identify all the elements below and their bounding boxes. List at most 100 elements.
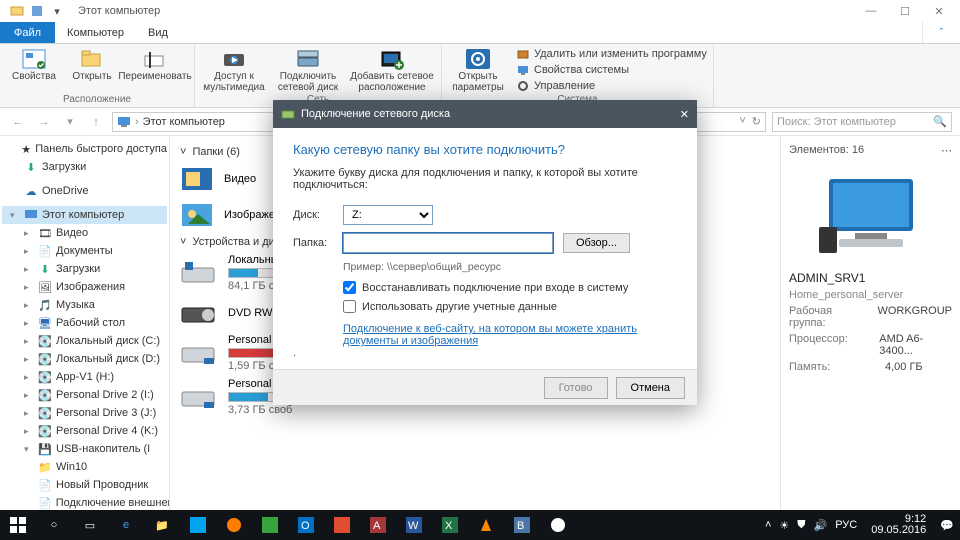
taskbar-explorer[interactable]: 📁 [144, 510, 180, 540]
tray-up-icon[interactable]: ˄ [765, 519, 771, 531]
svg-text:X: X [445, 520, 453, 532]
file-icon: 📄 [38, 478, 52, 492]
tree-local-c[interactable]: ▸💽Локальный диск (С:) [2, 332, 167, 350]
dialog-icon [281, 107, 295, 121]
tree-pd3[interactable]: ▸💽Personal Drive 3 (J:) [2, 404, 167, 422]
tree-downloads2[interactable]: ▸⬇Загрузки [2, 260, 167, 278]
network-drive-icon: 💽 [38, 388, 52, 402]
taskview-icon[interactable]: ▭ [72, 510, 108, 540]
taskbar-word[interactable]: W [396, 510, 432, 540]
tree-pd2[interactable]: ▸💽Personal Drive 2 (I:) [2, 386, 167, 404]
taskbar-clock[interactable]: 9:12 09.05.2016 [865, 514, 932, 536]
properties-button[interactable]: Свойства [6, 47, 62, 82]
usb-icon: 💾 [38, 442, 52, 456]
taskbar-outlook[interactable]: O [288, 510, 324, 540]
cloud-icon: ☁ [24, 184, 38, 198]
start-button[interactable] [0, 510, 36, 540]
taskbar-app[interactable] [180, 510, 216, 540]
search-input[interactable]: Поиск: Этот компьютер 🔍 [772, 112, 952, 132]
tree-onedrive[interactable]: ☁OneDrive [2, 182, 167, 200]
drive-select[interactable]: Z: [343, 205, 433, 225]
open-button[interactable]: Открыть [70, 47, 114, 82]
download-icon: ⬇ [38, 262, 52, 276]
tree-local-d[interactable]: ▸💽Локальный диск (D:) [2, 350, 167, 368]
svg-text:O: O [301, 520, 310, 532]
tray-icon[interactable]: ⛊ [797, 519, 805, 532]
minimize-button[interactable]: — [854, 0, 888, 22]
cancel-button[interactable]: Отмена [616, 377, 685, 399]
tree-music[interactable]: ▸🎵Музыка [2, 296, 167, 314]
tree-videos[interactable]: ▸🎞Видео [2, 224, 167, 242]
rename-button[interactable]: Переименовать [122, 47, 188, 82]
dialog-close-button[interactable]: ✕ [680, 108, 689, 121]
tree-appv[interactable]: ▸💽App-V1 (H:) [2, 368, 167, 386]
tray-lang[interactable]: РУС [835, 519, 857, 531]
taskbar-vk[interactable]: B [504, 510, 540, 540]
folder-input[interactable] [343, 233, 553, 253]
taskbar-excel[interactable]: X [432, 510, 468, 540]
notifications-icon[interactable]: 💬 [940, 519, 954, 532]
taskbar-app[interactable] [216, 510, 252, 540]
tree-win10[interactable]: 📁Win10 [2, 458, 167, 476]
download-icon: ⬇ [24, 160, 38, 174]
tree-new-explorer[interactable]: 📄Новый Проводник [2, 476, 167, 494]
maximize-button[interactable]: ☐ [888, 0, 922, 22]
network-drive-icon: 💽 [38, 406, 52, 420]
system-tray[interactable]: ˄ ☀ ⛊ 🔊 РУС 9:12 09.05.2016 💬 [759, 514, 960, 536]
taskbar-access[interactable]: A [360, 510, 396, 540]
refresh-icon[interactable]: ↻ [752, 115, 761, 128]
ribbon-collapse-icon[interactable]: ˆ [922, 22, 960, 43]
reconnect-checkbox[interactable]: Восстанавливать подключение при входе в … [343, 281, 677, 294]
manage-button[interactable]: Управление [516, 79, 707, 93]
finish-button[interactable]: Готово [544, 377, 608, 399]
view-tab[interactable]: Вид [136, 22, 180, 43]
forward-button[interactable]: → [34, 112, 54, 132]
tree-desktop[interactable]: ▸🖥Рабочий стол [2, 314, 167, 332]
tree-pd4[interactable]: ▸💽Personal Drive 4 (K:) [2, 422, 167, 440]
taskbar-edge[interactable]: e [108, 510, 144, 540]
window-controls: — ☐ ✕ [854, 0, 956, 22]
dialog-title: Подключение сетевого диска [301, 108, 450, 120]
video-folder-icon [180, 164, 216, 194]
search-taskbar-icon[interactable]: ○ [36, 510, 72, 540]
hdd-icon [180, 258, 218, 288]
tray-icon[interactable]: ☀ [779, 519, 789, 532]
computer-tab[interactable]: Компьютер [55, 22, 136, 43]
taskbar-app[interactable] [324, 510, 360, 540]
taskbar-vlc[interactable] [468, 510, 504, 540]
open-settings-button[interactable]: Открыть параметры [448, 47, 508, 93]
tree-pictures[interactable]: ▸🖼Изображения [2, 278, 167, 296]
volume-icon[interactable]: 🔊 [814, 519, 828, 532]
file-tab[interactable]: Файл [0, 22, 55, 43]
add-network-location-button[interactable]: Добавить сетевое расположение [349, 47, 435, 93]
tree-this-pc[interactable]: ▾Этот компьютер [2, 206, 167, 224]
close-button[interactable]: ✕ [922, 0, 956, 22]
svg-text:A: A [373, 520, 381, 532]
qat-item[interactable] [30, 4, 44, 18]
tree-quick-access[interactable]: ★Панель быстрого доступа [2, 140, 167, 158]
taskbar-app[interactable] [252, 510, 288, 540]
media-access-button[interactable]: Доступ к мультимедиа [201, 47, 267, 93]
chevron-down-icon: ˅ [180, 236, 186, 248]
qat-dropdown-icon[interactable]: ▾ [50, 4, 64, 18]
dropdown-icon[interactable]: ˅ [739, 115, 745, 128]
other-credentials-checkbox[interactable]: Использовать другие учетные данные [343, 300, 677, 313]
tree-documents[interactable]: ▸📄Документы [2, 242, 167, 260]
website-link[interactable]: Подключение к веб-сайту, на котором вы м… [343, 323, 677, 347]
tree-downloads[interactable]: ⬇Загрузки [2, 158, 167, 176]
network-drive-icon: 💽 [38, 424, 52, 438]
browse-button[interactable]: Обзор... [563, 233, 630, 253]
uninstall-programs-button[interactable]: Удалить или изменить программу [516, 47, 707, 61]
taskbar-app[interactable] [540, 510, 576, 540]
system-properties-button[interactable]: Свойства системы [516, 63, 707, 77]
tree-usb[interactable]: ▾💾USB-накопитель (I [2, 440, 167, 458]
recent-dropdown-icon[interactable]: ▾ [60, 112, 80, 132]
back-button[interactable]: ← [8, 112, 28, 132]
panel-menu-icon[interactable]: ⋯ [941, 144, 952, 157]
music-icon: 🎵 [38, 298, 52, 312]
elements-count: Элементов: 16 [789, 144, 864, 157]
map-drive-button[interactable]: Подключить сетевой диск [275, 47, 341, 93]
network-drive-icon: 💽 [38, 370, 52, 384]
navigation-tree[interactable]: ★Панель быстрого доступа ⬇Загрузки ☁OneD… [0, 136, 170, 516]
up-button[interactable]: ↑ [86, 112, 106, 132]
